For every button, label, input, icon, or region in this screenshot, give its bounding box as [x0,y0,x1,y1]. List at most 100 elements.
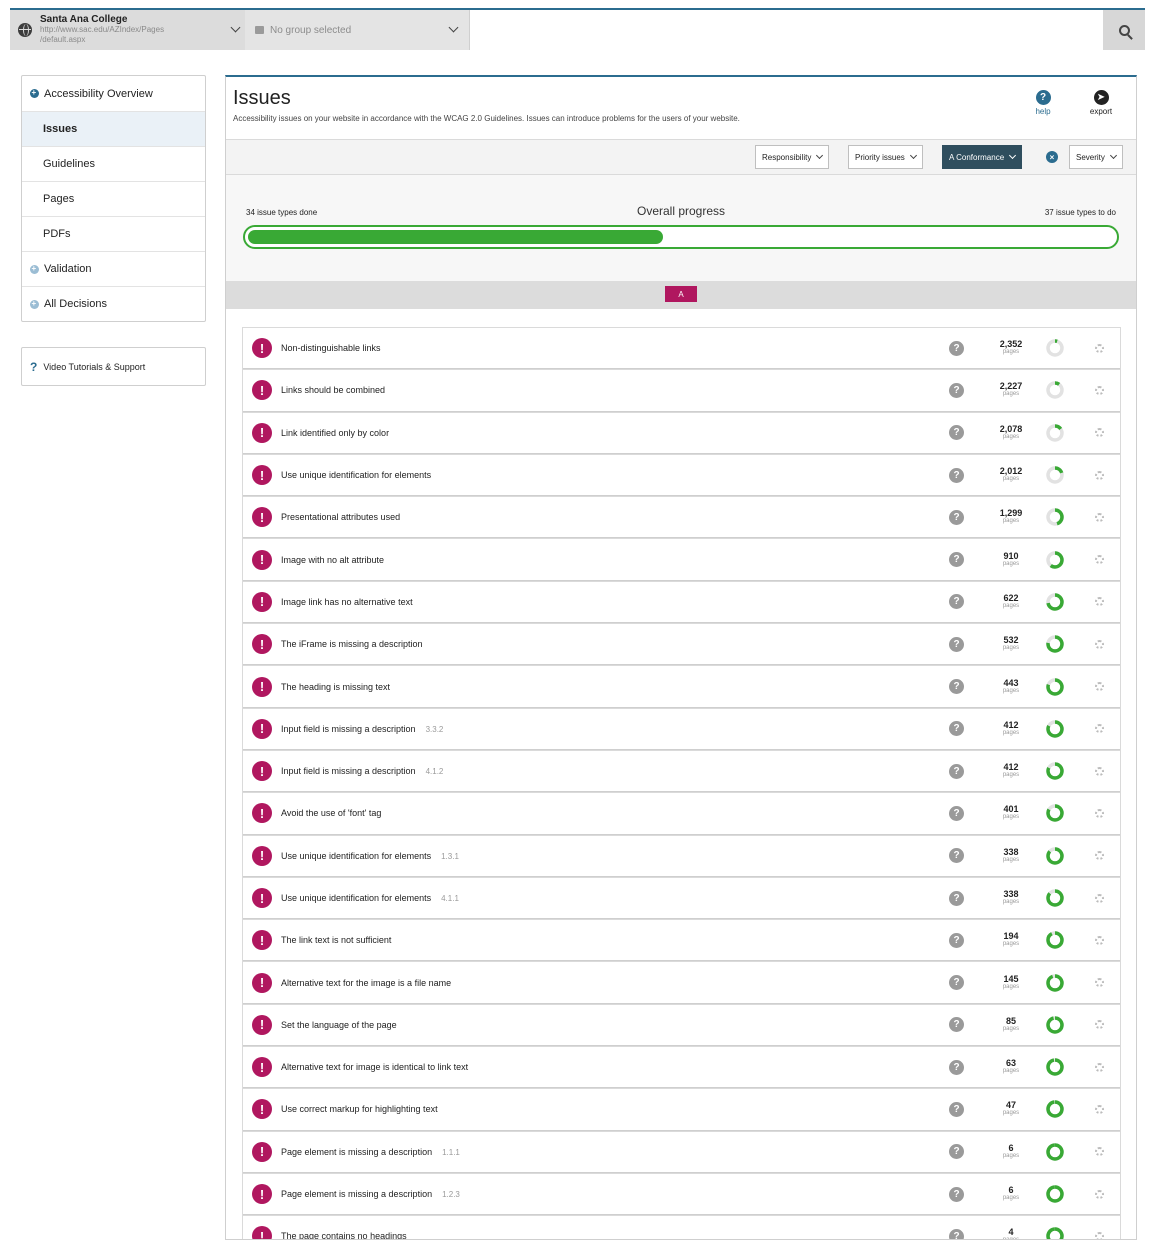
severity-filter[interactable]: Severity [1069,145,1123,169]
gear-icon[interactable] [1095,682,1104,692]
page-title: Issues [233,87,291,109]
sidebar-item-issues[interactable]: Issues [22,111,205,146]
sidebar-item-all-decisions[interactable]: All Decisions [22,286,205,321]
issue-row[interactable]: ! Link identified only by color? 2,078 page… [243,411,1120,454]
issue-row[interactable]: ! Use correct markup for highlighting tex… [243,1088,1120,1131]
gear-icon[interactable] [1095,1062,1104,1072]
issue-row[interactable]: ! Set the language of the page? 85 pages [243,1003,1120,1047]
affected-pages-count: 1,299 pages [991,509,1031,525]
issue-row[interactable]: ! The heading is missing text? 443 pages [243,665,1120,708]
issue-row[interactable]: ! Image link has no alternative text? 622 p… [243,580,1120,624]
gear-icon[interactable] [1095,935,1104,945]
issue-progress-ring [1046,1143,1064,1161]
pages-count: 412 [1003,719,1019,730]
issue-name-label: Image with no alt attribute [281,555,384,565]
issue-row[interactable]: ! Image with no alt attribute? 910 pages [243,538,1120,581]
sidebar-item-pdfs[interactable]: PDFs [22,216,205,251]
question-icon[interactable]: ? [949,1101,964,1117]
gear-icon[interactable] [1095,1189,1104,1199]
sidebar-item-accessibility-overview[interactable]: Accessibility Overview [22,76,205,111]
gear-icon[interactable] [1095,639,1104,649]
export-label: export [1089,107,1113,116]
affected-pages-count: 6 pages [991,1143,1031,1160]
issue-row[interactable]: ! Presentational attributes used? 1,299 pag… [243,496,1120,539]
gear-icon[interactable] [1095,724,1104,734]
question-icon[interactable]: ? [949,552,964,568]
question-icon[interactable]: ? [949,382,964,398]
gear-icon[interactable] [1095,1231,1104,1239]
issue-name-label: Input field is missing a description 4.1.… [281,766,443,776]
gear-icon[interactable] [1095,1020,1104,1030]
question-icon[interactable]: ? [949,763,964,779]
pages-unit: pages [1002,1195,1020,1202]
question-icon[interactable]: ? [949,636,964,652]
question-icon[interactable]: ? [949,679,964,695]
question-icon[interactable]: ? [949,975,964,991]
gear-icon[interactable] [1095,428,1104,438]
gear-icon[interactable] [1095,766,1104,776]
question-icon[interactable]: ? [949,467,964,483]
conformance-filter[interactable]: A Conformance [942,145,1023,169]
issue-row[interactable]: ! Links should be combined? 2,227 pages [243,369,1120,412]
question-icon[interactable]: ? [949,425,964,441]
gear-icon[interactable] [1095,512,1104,522]
issue-row[interactable]: ! The iFrame is missing a description? 532… [243,623,1120,666]
question-icon[interactable]: ? [949,848,964,864]
question-icon[interactable]: ? [949,1017,964,1033]
responsibility-filter[interactable]: Responsibility [755,145,830,169]
gear-icon[interactable] [1095,343,1104,353]
clear-filter-icon[interactable]: × [1046,151,1058,163]
question-icon[interactable]: ? [949,1186,964,1202]
question-icon[interactable]: ? [949,721,964,737]
issue-row[interactable]: ! Use unique identification for elements 1… [243,834,1120,877]
issue-progress-ring [1046,593,1064,611]
issue-row[interactable]: ! Non-distinguishable links? 2,352 pages [243,327,1120,370]
issue-name: Use correct markup for highlighting text [281,1104,438,1115]
question-icon[interactable]: ? [949,1144,964,1160]
gear-icon[interactable] [1095,470,1104,480]
pages-count: 622 [1003,592,1019,603]
sidebar-item-guidelines[interactable]: Guidelines [22,146,205,181]
question-icon[interactable]: ? [949,594,964,610]
question-icon[interactable]: ? [949,932,964,948]
issue-row[interactable]: ! Avoid the use of 'font' tag? 401 pages [243,792,1120,835]
group-selector[interactable]: No group selected [245,10,469,50]
site-selector[interactable]: Santa Ana College http://www.sac.edu/AZI… [10,10,245,50]
gear-icon[interactable] [1095,808,1104,818]
gear-icon[interactable] [1095,1104,1104,1114]
question-icon[interactable]: ? [949,1228,964,1239]
gear-icon[interactable] [1095,851,1104,861]
issue-row[interactable]: ! Input field is missing a description 3.3… [243,707,1120,750]
question-icon[interactable]: ? [949,1059,964,1075]
export-button[interactable]: ➤ export [1081,90,1121,116]
priority-issues-filter[interactable]: Priority issues [848,145,923,169]
gear-icon[interactable] [1095,597,1104,607]
issue-row[interactable]: ! Alternative text for the image is a fil… [243,961,1120,1004]
gear-icon[interactable] [1095,555,1104,565]
sidebar-item-label: Pages [43,193,75,205]
video-tutorials-support-link[interactable]: ? Video Tutorials & Support [21,347,206,386]
question-icon[interactable]: ? [949,509,964,525]
issue-name: Alternative text for the image is a file… [281,977,452,988]
issue-row[interactable]: ! Alternative text for image is identical… [243,1046,1120,1089]
issue-row[interactable]: ! The page contains no headings? 4pages [243,1215,1120,1239]
gear-icon[interactable] [1095,978,1104,988]
issue-row[interactable]: ! Page element is missing a description 1.… [243,1130,1120,1173]
sidebar-item-pages[interactable]: Pages [22,181,205,216]
gear-icon[interactable] [1095,385,1104,395]
issue-row[interactable]: ! Input field is missing a description 4.1… [243,749,1120,793]
issue-row[interactable]: ! Use unique identification for elements?… [243,453,1120,497]
issue-row[interactable]: ! Page element is missing a description 1.… [243,1172,1120,1216]
sidebar-item-validation[interactable]: Validation [22,251,205,286]
question-icon[interactable]: ? [949,340,964,356]
question-icon[interactable]: ? [949,805,964,821]
question-icon[interactable]: ? [949,890,964,906]
gear-icon[interactable] [1095,1147,1104,1157]
gear-icon[interactable] [1095,893,1104,903]
help-button[interactable]: ? help [1023,90,1063,116]
issue-name: Image with no alt attribute [281,554,385,565]
issue-row[interactable]: ! Use unique identification for elements 4… [243,876,1120,920]
search-button[interactable] [1103,10,1145,50]
issue-row[interactable]: ! The link text is not sufficient? 194 page… [243,919,1120,962]
issue-name-label: Input field is missing a description 3.3.… [281,724,443,734]
